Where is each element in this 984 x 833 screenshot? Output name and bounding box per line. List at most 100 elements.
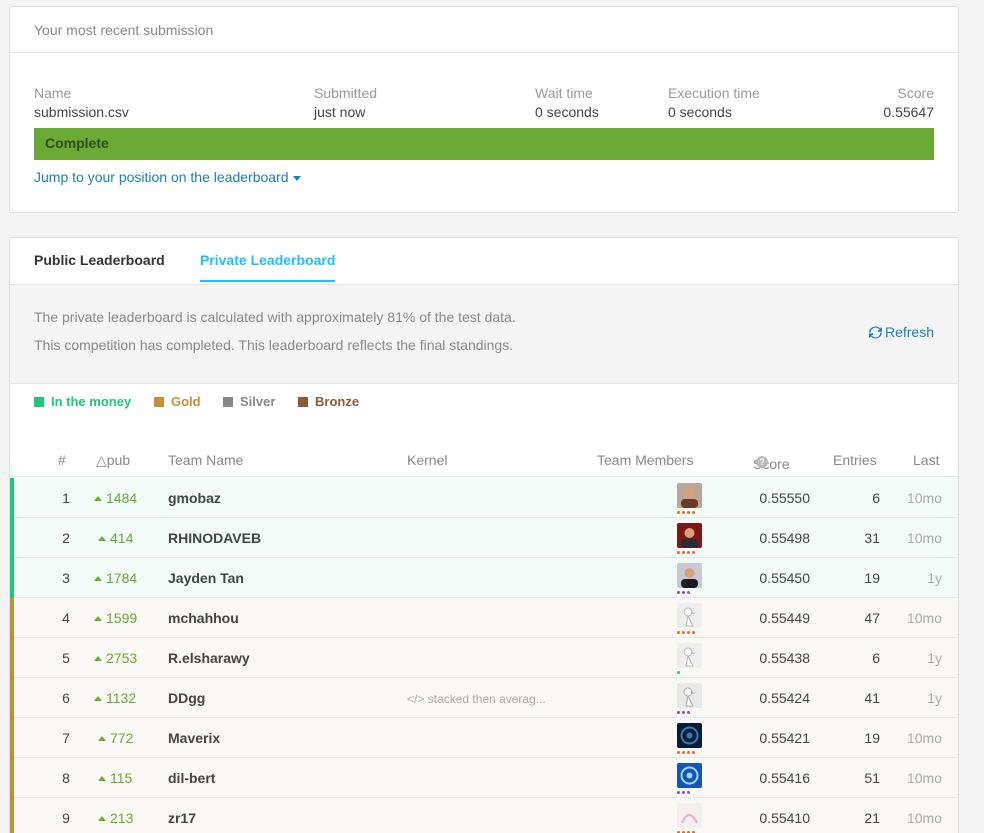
header-kernel: Kernel <box>407 452 448 468</box>
table-row[interactable]: 7 772 Maverix 0.55421 19 10mo <box>10 718 958 758</box>
delta-cell: 1484 <box>94 490 137 506</box>
score-cell: 0.55438 <box>759 650 810 666</box>
team-name-link[interactable]: gmobaz <box>168 490 221 506</box>
score-cell: 0.55498 <box>759 530 810 546</box>
rank-cell: 1 <box>62 490 70 506</box>
arrow-up-icon <box>98 536 106 541</box>
tier-dots <box>677 551 699 555</box>
tier-dots <box>677 671 699 675</box>
delta-cell: 115 <box>98 770 132 786</box>
table-row[interactable]: 9 213 zr17 0.55410 21 10mo <box>10 798 958 833</box>
jump-link-label: Jump to your position on the leaderboard <box>34 169 289 185</box>
team-name-link[interactable]: Jayden Tan <box>168 570 244 586</box>
header-delta-public[interactable]: △pub <box>96 452 130 469</box>
arrow-up-icon <box>94 616 102 621</box>
avatar[interactable] <box>677 643 702 668</box>
leaderboard-card: Public Leaderboard Private Leaderboard T… <box>9 237 959 833</box>
medal-band <box>10 558 14 598</box>
kernel-link[interactable]: </> stacked then averag... <box>407 692 546 706</box>
entries-cell: 41 <box>864 690 880 706</box>
last-cell: 10mo <box>906 810 942 826</box>
leaderboard-info: The private leaderboard is calculated wi… <box>10 285 958 384</box>
table-row[interactable]: 4 1599 mchahhou 0.55449 47 10mo <box>10 598 958 638</box>
arrow-up-icon <box>94 696 102 701</box>
table-row[interactable]: 8 115 dil-bert 0.55416 51 10mo <box>10 758 958 798</box>
entries-cell: 21 <box>864 810 880 826</box>
avatar[interactable] <box>677 723 702 748</box>
caret-down-icon <box>292 175 301 181</box>
refresh-button[interactable]: Refresh <box>868 324 934 340</box>
entries-cell: 19 <box>864 730 880 746</box>
header-team-name[interactable]: Team Name <box>168 452 243 468</box>
delta-cell: 1132 <box>94 690 136 706</box>
team-name-link[interactable]: dil-bert <box>168 770 215 786</box>
last-cell: 1y <box>927 650 942 666</box>
medal-band <box>10 638 14 678</box>
avatar[interactable] <box>677 523 702 548</box>
avatar[interactable] <box>677 483 702 508</box>
jump-to-position-link[interactable]: Jump to your position on the leaderboard <box>34 169 301 185</box>
last-cell: 10mo <box>906 770 942 786</box>
table-row[interactable]: 5 2753 R.elsharawy 0.55438 6 1y <box>10 638 958 678</box>
table-row[interactable]: 1 1484 gmobaz 0.55550 6 10mo <box>10 478 958 518</box>
header-last[interactable]: Last <box>913 452 939 468</box>
entries-cell: 19 <box>864 570 880 586</box>
wait-time-col: Wait time 0 seconds <box>535 85 599 121</box>
recent-submission-card: Your most recent submission Name submiss… <box>9 6 959 213</box>
execution-time-label: Execution time <box>668 85 760 101</box>
table-row[interactable]: 3 1784 Jayden Tan 0.55450 19 1y <box>10 558 958 598</box>
medal-band <box>10 798 14 833</box>
avatar[interactable] <box>677 763 702 788</box>
team-name-link[interactable]: Maverix <box>168 730 220 746</box>
header-team-members: Team Members <box>597 452 694 468</box>
legend-label: Gold <box>171 394 201 409</box>
score-cell: 0.55450 <box>759 570 810 586</box>
silver-swatch-icon <box>223 397 233 407</box>
team-name-link[interactable]: mchahhou <box>168 610 239 626</box>
delta-cell: 1784 <box>94 570 137 586</box>
table-row[interactable]: 2 414 RHINODAVEB 0.55498 31 10mo <box>10 518 958 558</box>
medal-band <box>10 598 14 638</box>
medal-band <box>10 718 14 758</box>
team-name-link[interactable]: zr17 <box>168 810 196 826</box>
medal-band <box>10 758 14 798</box>
avatar[interactable] <box>677 603 702 628</box>
name-label: Name <box>34 85 72 101</box>
delta-value: 115 <box>110 770 133 786</box>
delta-value: 1132 <box>106 690 137 706</box>
info-line-1: The private leaderboard is calculated wi… <box>34 309 516 325</box>
entries-cell: 47 <box>864 610 880 626</box>
arrow-up-icon <box>98 816 106 821</box>
score-value: 0.55647 <box>883 104 934 120</box>
delta-cell: 2753 <box>94 650 137 666</box>
score-cell: 0.55421 <box>759 730 810 746</box>
avatar[interactable] <box>677 683 702 708</box>
team-name-link[interactable]: DDgg <box>168 690 205 706</box>
tab-private-leaderboard[interactable]: Private Leaderboard <box>200 252 336 282</box>
delta-cell: 772 <box>98 730 133 746</box>
avatar[interactable] <box>677 563 702 588</box>
team-name-link[interactable]: RHINODAVEB <box>168 530 261 546</box>
rank-cell: 5 <box>62 650 70 666</box>
header-rank[interactable]: # <box>58 452 66 468</box>
execution-time-col: Execution time 0 seconds <box>668 85 760 121</box>
team-name-link[interactable]: R.elsharawy <box>168 650 250 666</box>
delta-value: 1784 <box>106 570 138 586</box>
info-line-2: This competition has completed. This lea… <box>34 337 514 353</box>
tab-public-leaderboard[interactable]: Public Leaderboard <box>34 252 165 280</box>
submitted-col: Submitted just now <box>314 85 377 121</box>
medal-band <box>10 478 14 518</box>
score-cell: 0.55410 <box>759 810 810 826</box>
score-label: Score <box>897 85 934 101</box>
table-row[interactable]: 6 1132 DDgg </> stacked then averag... 0.554… <box>10 678 958 718</box>
score-cell: 0.55449 <box>759 610 810 626</box>
delta-cell: 414 <box>98 530 133 546</box>
avatar[interactable] <box>677 803 702 828</box>
help-icon[interactable]: ? <box>756 456 768 468</box>
score-col: Score 0.55647 <box>883 85 934 121</box>
entries-cell: 6 <box>872 650 880 666</box>
header-entries[interactable]: Entries <box>833 452 877 468</box>
submission-header: Your most recent submission <box>10 7 958 53</box>
wait-time-label: Wait time <box>535 85 593 101</box>
delta-value: 772 <box>110 730 134 746</box>
